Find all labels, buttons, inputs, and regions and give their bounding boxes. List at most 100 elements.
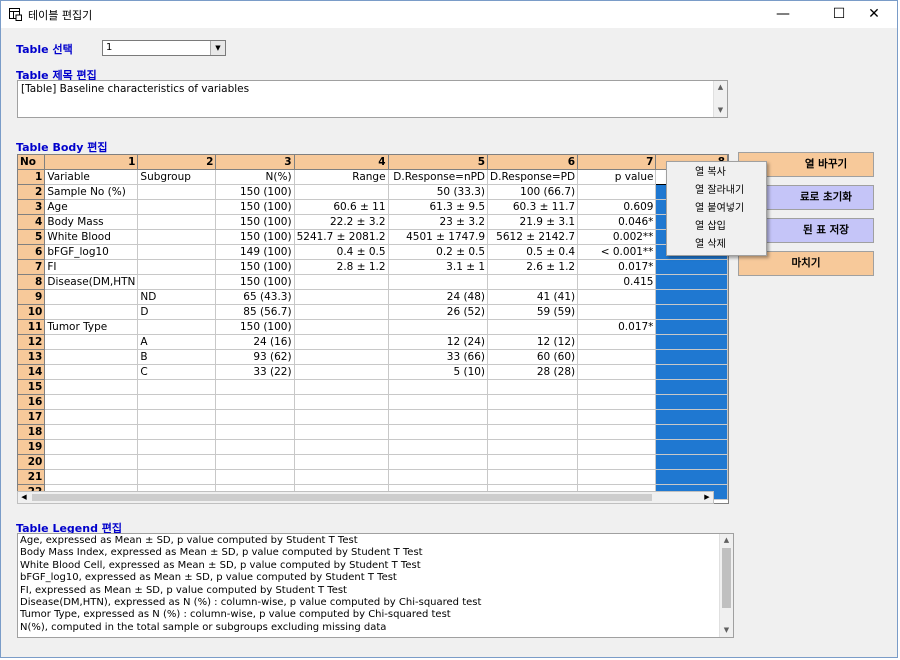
row-header[interactable]: 11: [18, 319, 46, 335]
table-cell[interactable]: [137, 214, 217, 230]
table-cell[interactable]: [388, 409, 489, 425]
table-cell[interactable]: [137, 469, 217, 485]
row-header[interactable]: 7: [18, 259, 46, 275]
table-cell[interactable]: [294, 364, 389, 380]
row-header[interactable]: 17: [18, 409, 46, 425]
column-header[interactable]: 1: [44, 155, 139, 170]
table-cell[interactable]: 26 (52): [388, 304, 489, 320]
table-cell[interactable]: [137, 379, 217, 395]
title-scrollbar[interactable]: ▲ ▼: [713, 81, 727, 117]
table-cell[interactable]: 33 (66): [388, 349, 489, 365]
table-cell[interactable]: 60 (60): [487, 349, 579, 365]
close-button[interactable]: ✕: [852, 1, 896, 28]
row-header[interactable]: 16: [18, 394, 46, 410]
table-cell[interactable]: [388, 439, 489, 455]
table-cell[interactable]: [137, 229, 217, 245]
table-cell[interactable]: [487, 424, 579, 440]
table-cell[interactable]: 0.2 ± 0.5: [388, 244, 489, 260]
table-cell[interactable]: [44, 469, 139, 485]
table-cell[interactable]: [215, 379, 295, 395]
table-cell[interactable]: [137, 424, 217, 440]
scroll-down-icon[interactable]: ▼: [720, 624, 733, 637]
table-cell[interactable]: < 0.001**: [577, 244, 657, 260]
table-cell[interactable]: [137, 439, 217, 455]
table-cell[interactable]: 93 (62): [215, 349, 295, 365]
scroll-down-icon[interactable]: ▼: [714, 104, 727, 117]
minimize-button[interactable]: —: [761, 1, 805, 28]
table-cell[interactable]: 12 (24): [388, 334, 489, 350]
table-cell[interactable]: [577, 454, 657, 470]
table-cell[interactable]: 5612 ± 2142.7: [487, 229, 579, 245]
table-cell[interactable]: [294, 304, 389, 320]
table-cell[interactable]: [137, 259, 217, 275]
table-cell[interactable]: [487, 274, 579, 290]
row-header[interactable]: 3: [18, 199, 46, 215]
table-cell[interactable]: [655, 289, 728, 305]
table-cell[interactable]: [294, 319, 389, 335]
table-cell[interactable]: 5 (10): [388, 364, 489, 380]
table-cell[interactable]: [388, 424, 489, 440]
column-header[interactable]: 3: [215, 155, 295, 170]
table-cell[interactable]: 50 (33.3): [388, 184, 489, 200]
table-cell[interactable]: [137, 274, 217, 290]
table-cell[interactable]: [215, 469, 295, 485]
table-cell[interactable]: p value: [577, 169, 657, 185]
table-cell[interactable]: 3.1 ± 1: [388, 259, 489, 275]
table-cell[interactable]: D.Response=PD: [487, 169, 579, 185]
table-cell[interactable]: [44, 439, 139, 455]
table-cell[interactable]: [294, 334, 389, 350]
row-header[interactable]: 1: [18, 169, 46, 185]
table-cell[interactable]: [215, 454, 295, 470]
table-cell[interactable]: [137, 454, 217, 470]
table-cell[interactable]: 150 (100): [215, 319, 295, 335]
table-cell[interactable]: 65 (43.3): [215, 289, 295, 305]
table-title-input[interactable]: [Table] Baseline characteristics of vari…: [17, 80, 728, 118]
table-cell[interactable]: Tumor Type: [44, 319, 139, 335]
table-cell[interactable]: [487, 469, 579, 485]
table-cell[interactable]: 24 (48): [388, 289, 489, 305]
table-cell[interactable]: 24 (16): [215, 334, 295, 350]
table-cell[interactable]: [577, 349, 657, 365]
table-cell[interactable]: [388, 274, 489, 290]
table-cell[interactable]: 61.3 ± 9.5: [388, 199, 489, 215]
table-cell[interactable]: [388, 379, 489, 395]
table-cell[interactable]: [294, 409, 389, 425]
table-cell[interactable]: [577, 379, 657, 395]
scroll-up-icon[interactable]: ▲: [720, 534, 733, 547]
table-cell[interactable]: [487, 439, 579, 455]
table-cell[interactable]: [655, 334, 728, 350]
table-cell[interactable]: [44, 454, 139, 470]
table-cell[interactable]: [294, 379, 389, 395]
row-header[interactable]: 19: [18, 439, 46, 455]
table-cell[interactable]: [655, 319, 728, 335]
row-header[interactable]: 18: [18, 424, 46, 440]
column-header[interactable]: 4: [294, 155, 389, 170]
table-cell[interactable]: Variable: [44, 169, 139, 185]
table-cell[interactable]: 23 ± 3.2: [388, 214, 489, 230]
table-cell[interactable]: [655, 304, 728, 320]
table-cell[interactable]: [655, 394, 728, 410]
table-cell[interactable]: [137, 394, 217, 410]
table-cell[interactable]: [487, 409, 579, 425]
menu-item-paste-column[interactable]: 열 붙여넣기: [667, 200, 766, 217]
scroll-right-icon[interactable]: ▶: [701, 492, 713, 503]
table-cell[interactable]: [137, 184, 217, 200]
table-cell[interactable]: [44, 289, 139, 305]
menu-item-delete-column[interactable]: 열 삭제: [667, 236, 766, 253]
table-cell[interactable]: [487, 319, 579, 335]
column-header[interactable]: 7: [577, 155, 657, 170]
chevron-down-icon[interactable]: ▼: [210, 41, 225, 55]
table-cell[interactable]: [44, 409, 139, 425]
table-cell[interactable]: 22.2 ± 3.2: [294, 214, 389, 230]
table-cell[interactable]: 150 (100): [215, 259, 295, 275]
table-cell[interactable]: 0.4 ± 0.5: [294, 244, 389, 260]
row-header[interactable]: 14: [18, 364, 46, 380]
table-cell[interactable]: 0.017*: [577, 259, 657, 275]
menu-item-copy-column[interactable]: 열 복사: [667, 164, 766, 181]
row-header[interactable]: 5: [18, 229, 46, 245]
table-cell[interactable]: 0.046*: [577, 214, 657, 230]
scroll-left-icon[interactable]: ◀: [18, 492, 30, 503]
table-cell[interactable]: FI: [44, 259, 139, 275]
table-cell[interactable]: A: [137, 334, 217, 350]
table-cell[interactable]: [44, 379, 139, 395]
